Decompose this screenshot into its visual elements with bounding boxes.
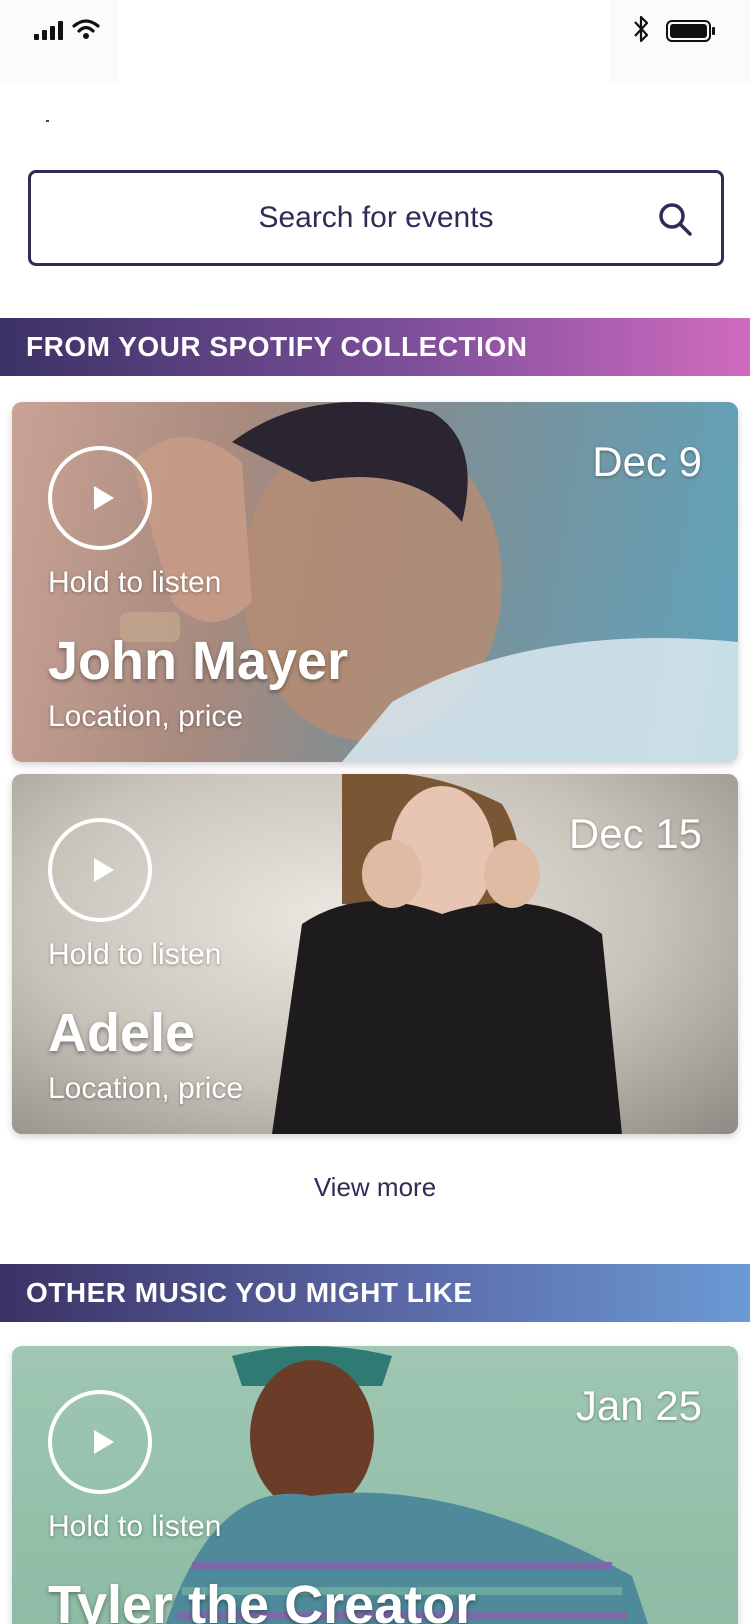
search-placeholder: Search for events — [258, 201, 494, 234]
event-details: Location, price — [48, 700, 244, 733]
view-more-link[interactable]: View more — [0, 1172, 750, 1203]
battery-icon — [666, 20, 715, 42]
event-card[interactable]: Jan 25 Hold to listen Tyler the Creator — [12, 1346, 738, 1624]
play-button[interactable] — [48, 818, 152, 922]
section-header-spotify: FROM YOUR SPOTIFY COLLECTION — [0, 318, 750, 376]
event-date: Dec 15 — [568, 810, 702, 857]
events-page: Search for events FROM YOUR SPOTIFY COLL… — [0, 0, 750, 1624]
event-date: Dec 9 — [592, 438, 702, 485]
search-input[interactable]: Search for events — [28, 170, 724, 266]
wifi-icon — [72, 19, 100, 39]
artist-name: Adele — [48, 1003, 196, 1063]
hold-to-listen-label: Hold to listen — [48, 1510, 222, 1543]
event-card[interactable]: Dec 15 Hold to listen Adele Location, pr… — [12, 774, 738, 1134]
bluetooth-icon — [634, 15, 649, 43]
cellular-signal-icon — [34, 20, 66, 40]
play-button[interactable] — [48, 1390, 152, 1494]
hold-to-listen-label: Hold to listen — [48, 566, 222, 599]
artist-name: Tyler the Creator — [48, 1575, 477, 1624]
play-button[interactable] — [48, 446, 152, 550]
artist-name: John Mayer — [48, 631, 349, 691]
search-icon[interactable] — [657, 201, 693, 237]
status-bar — [0, 0, 750, 84]
event-date: Jan 25 — [575, 1382, 702, 1429]
hold-to-listen-label: Hold to listen — [48, 938, 222, 971]
event-details: Location, price — [48, 1072, 244, 1105]
section-header-other-music: OTHER MUSIC YOU MIGHT LIKE — [0, 1264, 750, 1322]
event-card[interactable]: Dec 9 Hold to listen John Mayer Location… — [12, 402, 738, 762]
